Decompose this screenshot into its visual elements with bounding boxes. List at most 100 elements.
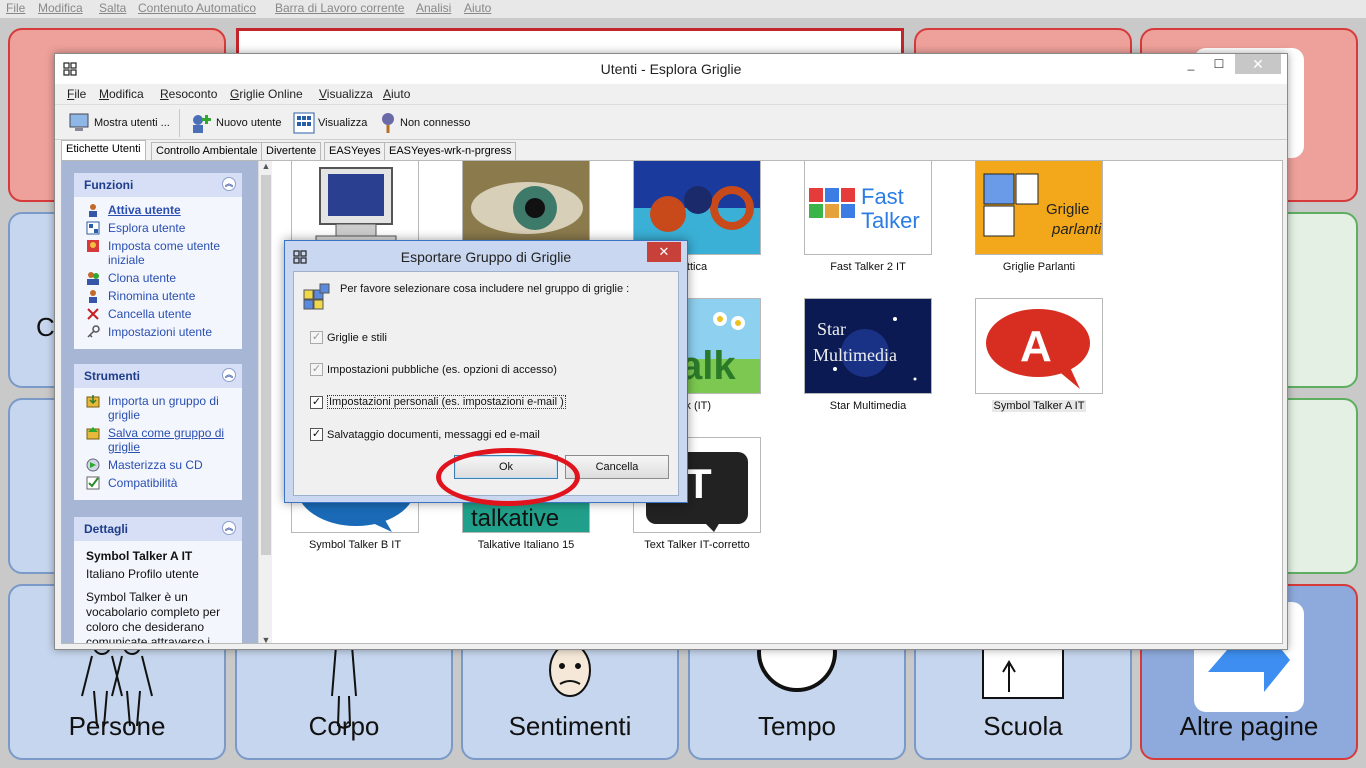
menu-aiuto[interactable]: Aiuto xyxy=(383,87,410,101)
details-box: Dettagli ︽ Symbol Talker A IT Italiano Pr… xyxy=(74,517,242,644)
bg-cell-label: Altre pagine xyxy=(1179,711,1319,741)
panel-scrollbar[interactable]: ▲ ▼ xyxy=(258,161,273,643)
task-salva-gruppo[interactable]: Salva come gruppo di griglie xyxy=(86,426,234,454)
tools-box: Strumenti ︽ Importa un gruppo di griglie … xyxy=(74,364,242,500)
option-salvataggio-documenti[interactable]: ✓ Salvataggio documenti, messaggi ed e-m… xyxy=(310,428,540,441)
checkbox[interactable]: ✓ xyxy=(310,331,323,344)
show-users-button[interactable]: Mostra utenti ... xyxy=(67,110,170,136)
grid-item-symbol-talker-a[interactable]: A Symbol Talker A IT xyxy=(975,298,1103,412)
toolbar-separator xyxy=(179,109,180,137)
bg-menu-modifica[interactable]: Modifica xyxy=(38,1,83,15)
svg-text:T: T xyxy=(686,460,712,507)
collapse-icon[interactable]: ︽ xyxy=(222,521,236,535)
bg-menu-salta[interactable]: Salta xyxy=(99,1,126,15)
grid-thumbnail: A xyxy=(975,298,1103,394)
tab-easyeyes[interactable]: EASYeyes xyxy=(324,142,386,160)
toolbar: Mostra utenti ... Nuovo utente Visualizz… xyxy=(55,104,1287,140)
import-package-icon xyxy=(86,395,100,408)
menu-griglie-online[interactable]: Griglie Online xyxy=(230,87,303,101)
window-menubar: File Modifica Resoconto Griglie Online V… xyxy=(55,84,1287,104)
option-impostazioni-personali[interactable]: ✓ Impostazioni personali (es. impostazio… xyxy=(310,395,566,409)
bg-menu-file[interactable]: File xyxy=(6,1,25,15)
svg-text:Griglie: Griglie xyxy=(1046,201,1089,218)
maximize-button[interactable]: ☐ xyxy=(1205,54,1233,74)
scroll-down-icon[interactable]: ▼ xyxy=(259,635,273,643)
details-subtitle: Italiano Profilo utente xyxy=(86,567,199,581)
task-impostazioni-utente[interactable]: Impostazioni utente xyxy=(86,325,234,339)
menu-modifica[interactable]: Modifica xyxy=(99,87,144,101)
tab-divertente[interactable]: Divertente xyxy=(261,142,322,160)
bg-menu-barra[interactable]: Barra di Lavoro corrente xyxy=(275,1,404,15)
checkbox[interactable]: ✓ xyxy=(310,363,323,376)
task-panel: Funzioni ︽ Attiva utente Esplora utente I… xyxy=(62,161,258,644)
compatibility-check-icon xyxy=(86,476,100,490)
dialog-close-button[interactable]: ✕ xyxy=(647,242,681,262)
save-package-icon xyxy=(86,427,100,440)
scroll-up-icon[interactable]: ▲ xyxy=(259,161,273,171)
monitor-users-icon xyxy=(69,113,89,131)
tools-header[interactable]: Strumenti ︽ xyxy=(74,364,242,388)
svg-text:A: A xyxy=(1020,322,1052,371)
explore-icon xyxy=(86,221,100,235)
svg-text:alk: alk xyxy=(680,344,736,388)
collapse-icon[interactable]: ︽ xyxy=(222,368,236,382)
grid-thumbnail: Griglie parlanti xyxy=(975,161,1103,255)
menu-visualizza[interactable]: Visualizza xyxy=(319,87,373,101)
details-header[interactable]: Dettagli ︽ xyxy=(74,517,242,541)
menu-file[interactable]: File xyxy=(67,87,86,101)
menu-resoconto[interactable]: Resoconto xyxy=(160,87,217,101)
view-button[interactable]: Visualizza xyxy=(293,110,367,136)
details-description: Symbol Talker è un vocabolario completo … xyxy=(86,590,221,644)
window-titlebar[interactable]: Utenti - Esplora Griglie _ ☐ ✕ xyxy=(55,54,1287,84)
tab-etichette-utenti[interactable]: Etichette Utenti xyxy=(61,140,146,160)
task-compatibilita[interactable]: Compatibilità xyxy=(86,476,234,490)
task-imposta-utente-iniziale[interactable]: Imposta come utente iniziale xyxy=(86,239,234,267)
checkbox[interactable]: ✓ xyxy=(310,428,323,441)
dialog-titlebar[interactable]: Esportare Gruppo di Griglie ✕ xyxy=(285,241,687,271)
task-importa-gruppo[interactable]: Importa un gruppo di griglie xyxy=(86,394,234,422)
option-impostazioni-pubbliche[interactable]: ✓ Impostazioni pubbliche (es. opzioni di… xyxy=(310,363,557,376)
grid-thumbnail: Star Multimedia xyxy=(804,298,932,394)
svg-text:Star: Star xyxy=(817,319,846,339)
minimize-button[interactable]: _ xyxy=(1177,54,1205,74)
delete-x-icon xyxy=(87,308,99,320)
not-connected-button[interactable]: Non connesso xyxy=(379,110,470,136)
task-clona-utente[interactable]: Clona utente xyxy=(86,271,234,285)
grid-item-griglie-parlanti[interactable]: Griglie parlanti Griglie Parlanti xyxy=(975,161,1103,273)
griglie-parlanti-logo-icon: Griglie parlanti xyxy=(976,161,1102,254)
task-cancella-utente[interactable]: Cancella utente xyxy=(86,307,234,321)
svg-text:Talker: Talker xyxy=(861,208,920,233)
bg-menu-aiuto[interactable]: Aiuto xyxy=(464,1,491,15)
close-button[interactable]: ✕ xyxy=(1235,54,1281,74)
grid-package-icon xyxy=(303,283,330,310)
cancel-button[interactable]: Cancella xyxy=(565,455,669,479)
clock-icon xyxy=(757,642,837,692)
tab-easyeyes-wrk[interactable]: EASYeyes-wrk-n-prgress xyxy=(384,142,517,160)
new-user-button[interactable]: Nuovo utente xyxy=(189,110,281,136)
symbol-talker-a-logo-icon: A xyxy=(986,309,1090,389)
app-icon xyxy=(63,62,77,76)
background-menubar: File Modifica Salta Contenuto Automatico… xyxy=(0,0,1366,18)
checkbox[interactable]: ✓ xyxy=(310,395,323,409)
bg-menu-analisi[interactable]: Analisi xyxy=(416,1,451,15)
task-masterizza-cd[interactable]: Masterizza su CD xyxy=(86,458,234,472)
bg-menu-contenuto[interactable]: Contenuto Automatico xyxy=(138,1,256,15)
dialog-title: Esportare Gruppo di Griglie xyxy=(400,249,572,265)
option-griglie-stili[interactable]: ✓ Griglie e stili xyxy=(310,331,387,344)
task-rinomina-utente[interactable]: Rinomina utente xyxy=(86,289,234,303)
grid-item-star-multimedia[interactable]: Star Multimedia Star Multimedia xyxy=(804,298,932,412)
tab-controllo-ambientale[interactable]: Controllo Ambientale xyxy=(151,142,263,160)
grid-item-fast-talker[interactable]: Fast Talker Fast Talker 2 IT xyxy=(804,161,932,273)
task-esplora-utente[interactable]: Esplora utente xyxy=(86,221,234,235)
bg-cell-label: Tempo xyxy=(757,711,837,741)
collapse-icon[interactable]: ︽ xyxy=(222,177,236,191)
svg-text:Multimedia: Multimedia xyxy=(813,345,897,365)
add-user-icon xyxy=(193,115,211,133)
red-highlight-ellipse xyxy=(436,448,580,506)
scrollbar-thumb[interactable] xyxy=(261,175,271,555)
functions-header[interactable]: Funzioni ︽ xyxy=(74,173,242,197)
task-attiva-utente[interactable]: Attiva utente xyxy=(86,203,234,217)
star-multimedia-logo-icon: Star Multimedia xyxy=(805,299,931,393)
svg-text:Fast: Fast xyxy=(861,184,904,209)
bg-cell-label: Sentimenti xyxy=(508,711,632,741)
